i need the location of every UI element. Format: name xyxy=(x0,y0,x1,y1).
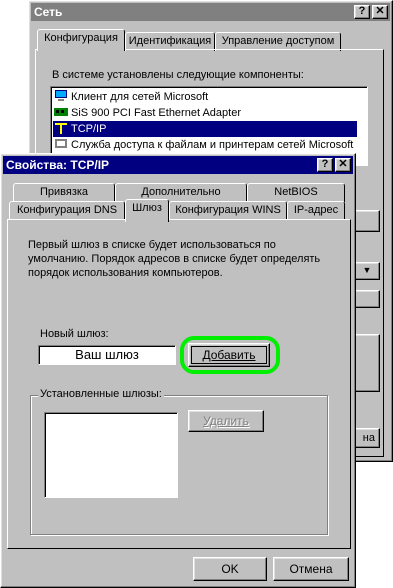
close-button[interactable]: ✕ xyxy=(335,158,351,172)
tcpip-properties-dialog: Свойства: TCP/IP ? ✕ Привязка Дополнител… xyxy=(0,153,356,588)
tab-bindings[interactable]: Привязка xyxy=(13,183,115,202)
cancel-button[interactable]: Отмена xyxy=(273,557,349,581)
dropdown-button[interactable]: ▼ xyxy=(354,262,380,280)
tab-dns-configuration[interactable]: Конфигурация DNS xyxy=(9,201,125,220)
gateway-tab-panel: Первый шлюз в списке будет использоватьс… xyxy=(7,219,351,549)
new-gateway-input[interactable]: Ваш шлюз xyxy=(38,345,176,365)
dropdown-button[interactable] xyxy=(354,290,380,308)
network-window-titlebar[interactable]: Сеть ? ✕ xyxy=(31,3,390,21)
remove-gateway-button[interactable]: Удалить xyxy=(188,410,264,432)
cancel-button[interactable]: на xyxy=(354,428,380,448)
installed-gateways-list[interactable] xyxy=(44,412,178,498)
properties-button[interactable] xyxy=(354,210,380,232)
ok-button[interactable]: OK xyxy=(193,557,267,581)
close-button[interactable]: ✕ xyxy=(372,5,388,19)
dialog-title: Свойства: TCP/IP xyxy=(6,158,110,172)
gateway-description: Первый шлюз в списке будет использоватьс… xyxy=(28,239,321,279)
tab-netbios[interactable]: NetBIOS xyxy=(247,183,345,202)
service-icon xyxy=(54,138,68,150)
list-item[interactable]: Служба доступа к файлам и принтерам сете… xyxy=(53,137,353,153)
network-adapter-icon xyxy=(54,106,68,118)
tab-wins-configuration[interactable]: Конфигурация WINS xyxy=(169,201,287,220)
list-item[interactable]: Клиент для сетей Microsoft xyxy=(53,89,208,105)
dialog-titlebar[interactable]: Свойства: TCP/IP ? ✕ xyxy=(3,156,353,174)
network-window-title: Сеть xyxy=(34,5,63,19)
help-button[interactable]: ? xyxy=(317,158,333,172)
components-label: В системе установлены следующие компонен… xyxy=(52,69,304,81)
settings-button[interactable] xyxy=(354,334,380,392)
new-gateway-label: Новый шлюз: xyxy=(40,328,109,340)
tab-ip-address[interactable]: IP-адрес xyxy=(287,201,345,220)
help-button[interactable]: ? xyxy=(354,5,370,19)
network-client-icon xyxy=(54,90,68,102)
add-gateway-button[interactable]: Добавить xyxy=(188,343,270,367)
protocol-icon xyxy=(54,122,68,134)
tab-gateway[interactable]: Шлюз xyxy=(125,199,169,222)
tab-configuration[interactable]: Конфигурация xyxy=(37,29,125,51)
list-item[interactable]: TCP/IP xyxy=(53,121,357,137)
installed-gateways-label: Установленные шлюзы: xyxy=(38,388,164,400)
list-item[interactable]: SiS 900 PCI Fast Ethernet Adapter xyxy=(53,105,241,121)
